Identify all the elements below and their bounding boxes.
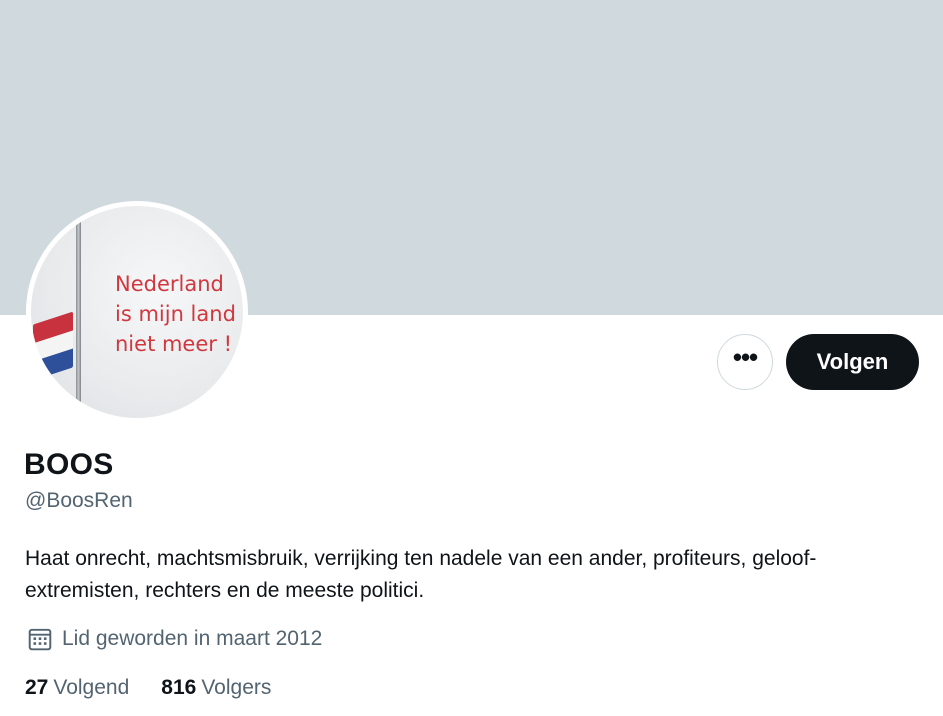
- followers-label: Volgers: [201, 676, 272, 699]
- avatar-caption-line-3: niet meer !: [115, 332, 232, 356]
- profile-handle: @BoosRen: [25, 489, 133, 512]
- more-options-button[interactable]: •••: [717, 334, 773, 390]
- profile-bio: Haat onrecht, machtsmisbruik, verrijking…: [25, 547, 817, 602]
- followers-count: 816: [161, 676, 197, 699]
- dutch-flag-icon: [33, 311, 73, 381]
- follow-button[interactable]: Volgen: [786, 334, 919, 390]
- profile-name: BOOS: [24, 448, 114, 481]
- profile-stats: 27 Volgend 816 Volgers: [25, 676, 303, 700]
- joined-label: Lid geworden in maart 2012: [62, 627, 323, 650]
- avatar-caption: Nederland is mijn land niet meer !: [115, 269, 236, 359]
- avatar-caption-line-1: Nederland: [115, 272, 224, 296]
- joined-date: Lid geworden in maart 2012: [27, 626, 322, 652]
- more-horizontal-icon: •••: [732, 342, 758, 372]
- following-label: Volgend: [53, 676, 130, 699]
- flagpole: [76, 206, 81, 418]
- following-count: 27: [25, 676, 49, 699]
- followers-link[interactable]: 816 Volgers: [161, 676, 271, 700]
- calendar-icon: [28, 628, 52, 651]
- avatar-image: Nederland is mijn land niet meer !: [31, 206, 243, 418]
- avatar[interactable]: Nederland is mijn land niet meer !: [26, 201, 248, 423]
- profile-page: Nederland is mijn land niet meer ! ••• V…: [0, 0, 943, 716]
- avatar-caption-line-2: is mijn land: [115, 302, 236, 326]
- following-link[interactable]: 27 Volgend: [25, 676, 129, 700]
